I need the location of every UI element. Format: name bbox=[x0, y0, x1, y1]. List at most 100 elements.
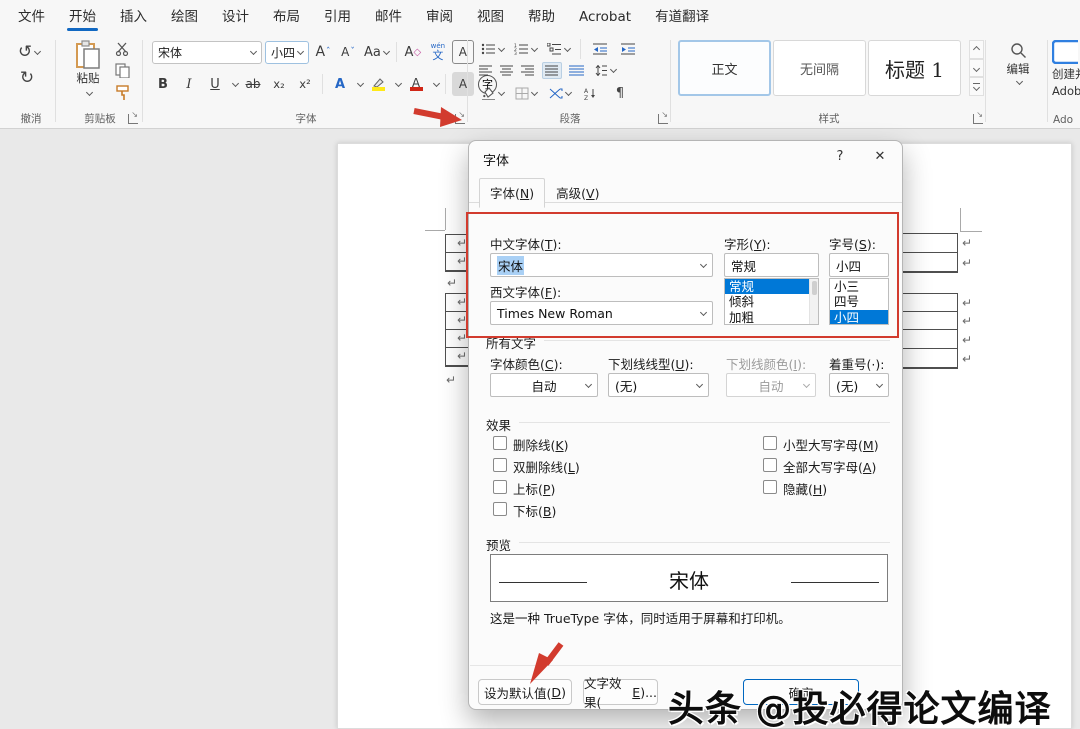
subscript-checkbox[interactable] bbox=[493, 502, 507, 516]
grow-font-button[interactable]: A bbox=[312, 40, 334, 64]
tab-acrobat[interactable]: Acrobat bbox=[567, 0, 643, 34]
emphasis-mark-combobox[interactable]: (无) bbox=[829, 373, 889, 397]
list-item[interactable]: 常规 bbox=[725, 279, 810, 294]
double-strikethrough-checkbox-label[interactable]: 双删除线(L) bbox=[513, 457, 580, 476]
tab-draw[interactable]: 绘图 bbox=[159, 0, 210, 34]
styles-gallery-expand-button[interactable] bbox=[969, 77, 984, 96]
change-case-button[interactable]: Aa bbox=[362, 40, 391, 64]
tab-review[interactable]: 审阅 bbox=[414, 0, 465, 34]
sort-button[interactable]: AZ bbox=[580, 84, 602, 102]
tab-view[interactable]: 视图 bbox=[465, 0, 516, 34]
all-caps-checkbox[interactable] bbox=[763, 458, 777, 472]
tab-font[interactable]: 字体(N) bbox=[479, 178, 545, 208]
styles-scroll-down-button[interactable] bbox=[969, 59, 984, 78]
font-style-textbox[interactable]: 常规 bbox=[724, 253, 819, 277]
paste-button[interactable]: 粘贴 bbox=[65, 40, 111, 118]
style-normal[interactable]: 正文 bbox=[678, 40, 771, 96]
bullets-button[interactable] bbox=[479, 40, 506, 58]
font-style-listbox[interactable]: 常规 倾斜 加粗 bbox=[724, 278, 819, 325]
shrink-font-button[interactable]: A bbox=[337, 40, 359, 64]
phonetic-guide-button[interactable]: wén文 bbox=[427, 40, 449, 64]
tab-file[interactable]: 文件 bbox=[6, 0, 57, 34]
paragraph-dialog-launcher-icon[interactable] bbox=[658, 114, 668, 124]
western-font-combobox[interactable]: Times New Roman bbox=[490, 301, 713, 325]
clear-formatting-button[interactable]: A◇ bbox=[402, 40, 424, 64]
strikethrough-button[interactable]: ab bbox=[242, 72, 264, 96]
tab-design[interactable]: 设计 bbox=[210, 0, 261, 34]
tab-help[interactable]: 帮助 bbox=[516, 0, 567, 34]
set-as-default-button[interactable]: 设为默认值(D) bbox=[478, 679, 572, 705]
list-item[interactable]: 倾斜 bbox=[725, 294, 818, 309]
font-color-button[interactable]: A bbox=[405, 72, 427, 96]
text-effects-button[interactable]: 文字效果(E)... bbox=[583, 679, 658, 705]
strikethrough-checkbox[interactable] bbox=[493, 436, 507, 450]
tab-layout[interactable]: 布局 bbox=[261, 0, 312, 34]
list-item[interactable]: 加粗 bbox=[725, 310, 818, 325]
scrollbar[interactable] bbox=[809, 279, 818, 324]
cn-font-combobox[interactable]: 宋体 bbox=[490, 253, 713, 277]
close-icon[interactable]: ✕ bbox=[869, 147, 891, 167]
list-item[interactable]: 小四 bbox=[830, 310, 888, 325]
tab-references[interactable]: 引用 bbox=[312, 0, 363, 34]
cut-icon[interactable] bbox=[115, 42, 131, 56]
multilevel-list-button[interactable] bbox=[545, 40, 572, 58]
text-effects-button[interactable]: A bbox=[329, 72, 351, 96]
hidden-checkbox-label[interactable]: 隐藏(H) bbox=[783, 479, 827, 498]
asian-layout-button[interactable] bbox=[546, 84, 573, 102]
underline-style-combobox[interactable]: (无) bbox=[608, 373, 709, 397]
clipboard-dialog-launcher-icon[interactable] bbox=[128, 114, 138, 124]
align-left-icon[interactable] bbox=[479, 65, 493, 76]
underline-button[interactable]: U bbox=[204, 72, 226, 96]
decrease-indent-button[interactable] bbox=[589, 40, 611, 58]
style-no-spacing[interactable]: 无间隔 bbox=[773, 40, 866, 96]
text-highlight-button[interactable] bbox=[367, 72, 389, 96]
copy-icon[interactable] bbox=[115, 63, 130, 78]
undo-button[interactable]: ↺ bbox=[16, 40, 42, 64]
shading-button[interactable] bbox=[479, 84, 506, 102]
small-caps-checkbox[interactable] bbox=[763, 436, 777, 450]
hidden-checkbox[interactable] bbox=[763, 480, 777, 494]
format-painter-icon[interactable] bbox=[115, 85, 130, 101]
justify-button[interactable] bbox=[542, 62, 562, 79]
double-strikethrough-checkbox[interactable] bbox=[493, 458, 507, 472]
tab-advanced[interactable]: 高级(V) bbox=[545, 178, 610, 208]
group-paragraph: 123 AZ ¶ 段落 bbox=[469, 34, 671, 128]
tab-insert[interactable]: 插入 bbox=[108, 0, 159, 34]
italic-button[interactable]: I bbox=[178, 72, 200, 96]
subscript-button[interactable]: x₂ bbox=[268, 72, 290, 96]
list-item[interactable]: 四号 bbox=[830, 294, 888, 309]
create-share-adobe-pdf-button[interactable]: 创建并 Adob bbox=[1052, 40, 1080, 98]
tab-mailings[interactable]: 邮件 bbox=[363, 0, 414, 34]
strikethrough-checkbox-label[interactable]: 删除线(K) bbox=[513, 435, 568, 454]
font-dialog-launcher-icon[interactable] bbox=[455, 114, 465, 124]
style-heading1[interactable]: 标题 1 bbox=[868, 40, 961, 96]
styles-scroll-up-button[interactable] bbox=[969, 40, 984, 59]
increase-indent-button[interactable] bbox=[617, 40, 639, 58]
bold-button[interactable]: B bbox=[152, 72, 174, 96]
superscript-checkbox[interactable] bbox=[493, 480, 507, 494]
font-color-combobox[interactable]: 自动 bbox=[490, 373, 598, 397]
help-icon[interactable]: ? bbox=[831, 149, 849, 164]
font-name-combobox[interactable]: 宋体 bbox=[152, 41, 262, 64]
editing-button[interactable]: 编辑 bbox=[988, 42, 1048, 86]
list-item[interactable]: 小三 bbox=[830, 279, 888, 294]
borders-button[interactable] bbox=[513, 84, 539, 102]
small-caps-checkbox-label[interactable]: 小型大写字母(M) bbox=[783, 435, 879, 454]
font-size-textbox[interactable]: 小四 bbox=[829, 253, 889, 277]
redo-button[interactable]: ↻ bbox=[16, 66, 38, 90]
superscript-button[interactable]: x² bbox=[294, 72, 316, 96]
show-hide-marks-button[interactable]: ¶ bbox=[609, 84, 631, 102]
font-size-listbox[interactable]: 小三 四号 小四 bbox=[829, 278, 889, 325]
line-spacing-button[interactable] bbox=[592, 63, 618, 79]
tab-youdao-translate[interactable]: 有道翻译 bbox=[643, 0, 721, 34]
font-size-combobox[interactable]: 小四 bbox=[265, 41, 309, 64]
superscript-checkbox-label[interactable]: 上标(P) bbox=[513, 479, 555, 498]
subscript-checkbox-label[interactable]: 下标(B) bbox=[513, 501, 556, 520]
styles-dialog-launcher-icon[interactable] bbox=[973, 114, 983, 124]
numbering-button[interactable]: 123 bbox=[512, 40, 539, 58]
distribute-icon[interactable] bbox=[569, 65, 585, 76]
tab-home[interactable]: 开始 bbox=[57, 0, 108, 34]
align-center-icon[interactable] bbox=[500, 65, 514, 76]
all-caps-checkbox-label[interactable]: 全部大写字母(A) bbox=[783, 457, 876, 476]
align-right-icon[interactable] bbox=[521, 65, 535, 76]
